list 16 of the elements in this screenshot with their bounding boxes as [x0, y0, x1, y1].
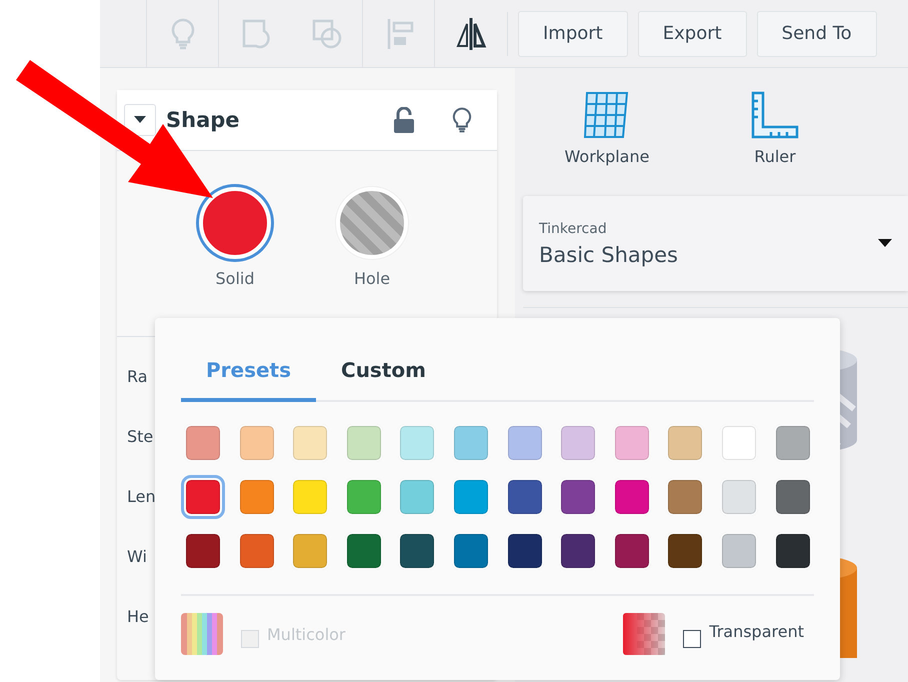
library-value: Basic Shapes — [539, 242, 679, 266]
panel-title: Shape — [166, 108, 241, 132]
popup-tab[interactable]: Custom — [316, 342, 451, 402]
library-source: Tinkercad — [539, 220, 608, 236]
toolbar-button[interactable]: Send To — [756, 10, 877, 56]
property-label: Len — [127, 486, 157, 508]
library-dropdown[interactable]: Tinkercad Basic Shapes — [523, 196, 908, 291]
transparent-checkbox[interactable]: Transparent — [683, 620, 804, 648]
property-label: Ra — [127, 366, 149, 388]
panel-tool[interactable]: Ruler — [691, 88, 859, 166]
property-label: Wi — [127, 546, 148, 568]
property-label: Ste — [127, 426, 154, 448]
panel-tool[interactable]: Workplane — [523, 88, 691, 166]
toolbar-button[interactable]: Export — [638, 10, 747, 56]
property-label: He — [127, 606, 150, 628]
toolbar-button[interactable]: Import — [518, 10, 628, 56]
